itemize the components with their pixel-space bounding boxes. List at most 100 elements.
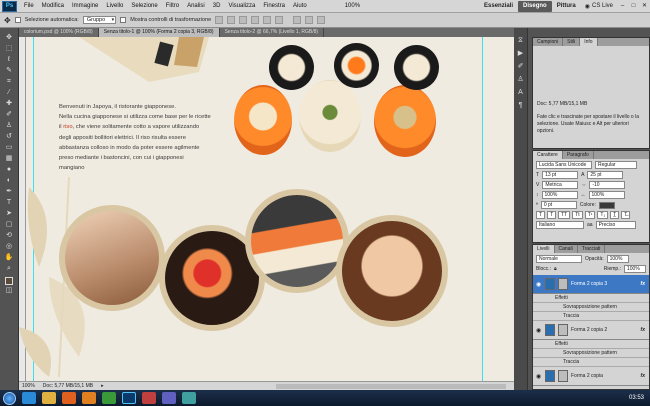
clone-source-icon[interactable]: ♙ [516,75,526,85]
menu-finestra[interactable]: Finestra [259,3,289,9]
marquee-icon[interactable]: ⬚ [2,43,16,54]
layer-name[interactable]: Forma 2 copia 2 [571,327,607,333]
align-top-icon[interactable] [215,16,224,24]
language-dropdown[interactable]: Italiano [536,221,584,229]
tab-colorium[interactable]: colorium.psd @ 100% (RGB/8) [19,28,99,37]
baseline-field[interactable]: 0 pt [540,201,577,209]
leading-field[interactable]: 25 pt [587,171,624,179]
layer-name[interactable]: Forma 2 copia 3 [571,281,607,287]
tab-canali[interactable]: Canali [555,245,578,253]
strikethrough-button[interactable]: T̶ [621,211,631,219]
blur-icon[interactable]: ● [2,164,16,175]
brush-icon[interactable]: ✐ [2,109,16,120]
gradient-icon[interactable]: ▦ [2,153,16,164]
kerning-field[interactable]: Metrica [542,181,579,189]
app-icon[interactable] [182,392,196,404]
antialias-dropdown[interactable]: Preciso [595,221,636,229]
align-right-icon[interactable] [275,16,284,24]
move-tool-icon[interactable]: ✥ [4,16,11,25]
small-caps-button[interactable]: Tt [572,211,583,219]
transform-controls-checkbox[interactable] [120,17,127,23]
vertical-scale-field[interactable]: 100% [541,191,578,199]
menu-visualizza[interactable]: Visualizza [224,3,259,9]
menu-livello[interactable]: Livello [102,3,127,9]
layer-name[interactable]: Forma 2 copia [571,373,603,379]
photoshop-taskbar-icon[interactable] [122,392,136,404]
blend-mode-dropdown[interactable]: Normale [536,255,582,263]
tab-tracciati[interactable]: Tracciati [578,245,606,253]
zoom-icon[interactable]: ⌕ [2,263,16,274]
maximize-icon[interactable]: □ [629,2,638,11]
menu-aiuto[interactable]: Aiuto [289,3,311,9]
align-middle-icon[interactable] [227,16,236,24]
lasso-icon[interactable]: ℓ [2,54,16,65]
workspace-disegno[interactable]: Disegno [518,0,552,12]
eyedropper-icon[interactable]: ⁄ [2,87,16,98]
fx-icon[interactable]: fx [641,327,645,333]
layer-effects-row[interactable]: Effetti [533,340,649,349]
tab-carattere[interactable]: Carattere [533,151,563,159]
healing-icon[interactable]: ✚ [2,98,16,109]
menu-filtro[interactable]: Filtro [162,3,183,9]
menu-immagine[interactable]: Immagine [68,3,102,9]
brush-presets-icon[interactable]: ✐ [516,62,526,72]
crop-icon[interactable]: ⌗ [2,76,16,87]
tab-campioni[interactable]: Campioni [533,38,564,46]
opacity-field[interactable]: 100% [606,255,629,263]
fx-icon[interactable]: fx [641,373,645,379]
move-icon[interactable]: ✥ [2,32,16,43]
tab-senza-titolo-1[interactable]: Senza titolo-1 @ 100% (Forma 2 copia 3, … [98,28,220,37]
character-icon[interactable]: A [516,88,526,98]
effect-pattern-overlay[interactable]: Sovrapposizione pattern [533,303,649,312]
app-icon[interactable] [162,392,176,404]
actions-icon[interactable]: ▶ [516,49,526,59]
quick-mask-icon[interactable]: ◫ [2,285,16,296]
font-family-dropdown[interactable]: Lucida Sans Unicode [536,161,592,169]
layer-effects-row[interactable]: Effetti [533,294,649,303]
faux-bold-button[interactable]: T [536,211,546,219]
zoom-level[interactable]: 100% [341,3,364,9]
firefox-icon[interactable] [82,392,96,404]
font-style-dropdown[interactable]: Regular [595,161,637,169]
history-icon[interactable]: ⧖ [516,36,526,46]
layer-row-forma-2-copia-3[interactable]: ◉ Forma 2 copia 3 fx [533,275,649,294]
visibility-eye-icon[interactable]: ◉ [536,373,542,380]
shape-icon[interactable]: ▢ [2,219,16,230]
effect-stroke[interactable]: Traccia [533,312,649,321]
auto-select-dropdown[interactable]: Gruppo [82,16,117,24]
superscript-button[interactable]: T¹ [584,211,596,219]
tracking-field[interactable]: -10 [589,181,626,189]
stamp-icon[interactable]: ♙ [2,120,16,131]
font-size-field[interactable]: 13 pt [542,171,579,179]
media-player-icon[interactable] [62,392,76,404]
menu-analisi[interactable]: Analisi [183,3,209,9]
type-icon[interactable]: T [2,197,16,208]
auto-select-checkbox[interactable] [14,17,21,23]
tab-senza-titolo-2[interactable]: Senza titolo-2 @ 66,7% (Livello 1, RGB/8… [220,28,325,37]
align-bottom-icon[interactable] [239,16,248,24]
dodge-icon[interactable]: ◐ [2,175,16,186]
align-left-icon[interactable] [251,16,260,24]
fill-field[interactable]: 100% [624,265,646,273]
minimize-icon[interactable]: – [618,2,627,11]
start-button[interactable] [3,391,16,405]
menu-selezione[interactable]: Selezione [127,3,161,9]
tab-livelli[interactable]: Livelli [533,245,555,253]
cs-live-button[interactable]: ◉ CS Live [581,3,617,10]
explorer-icon[interactable] [42,392,56,404]
workspace-essenziali[interactable]: Essenziali [479,1,518,12]
paragraph-icon[interactable]: ¶ [516,101,526,111]
lock-icon[interactable]: 🔒︎ [554,266,557,272]
effect-pattern-overlay[interactable]: Sovrapposizione pattern [533,349,649,358]
distribute-icon[interactable] [293,16,302,24]
menu-file[interactable]: File [20,3,38,9]
underline-button[interactable]: T̲ [610,211,620,219]
menu-3d[interactable]: 3D [209,3,225,9]
pen-icon[interactable]: ✒ [2,186,16,197]
3d-camera-icon[interactable]: ◎ [2,241,16,252]
subscript-button[interactable]: T₁ [597,211,609,219]
workspace-pittura[interactable]: Pittura [552,1,581,12]
visibility-eye-icon[interactable]: ◉ [536,281,542,288]
document-canvas[interactable]: Benvenuti in Japoya, il ristorante giapp… [19,37,514,381]
ie-icon[interactable] [22,392,36,404]
